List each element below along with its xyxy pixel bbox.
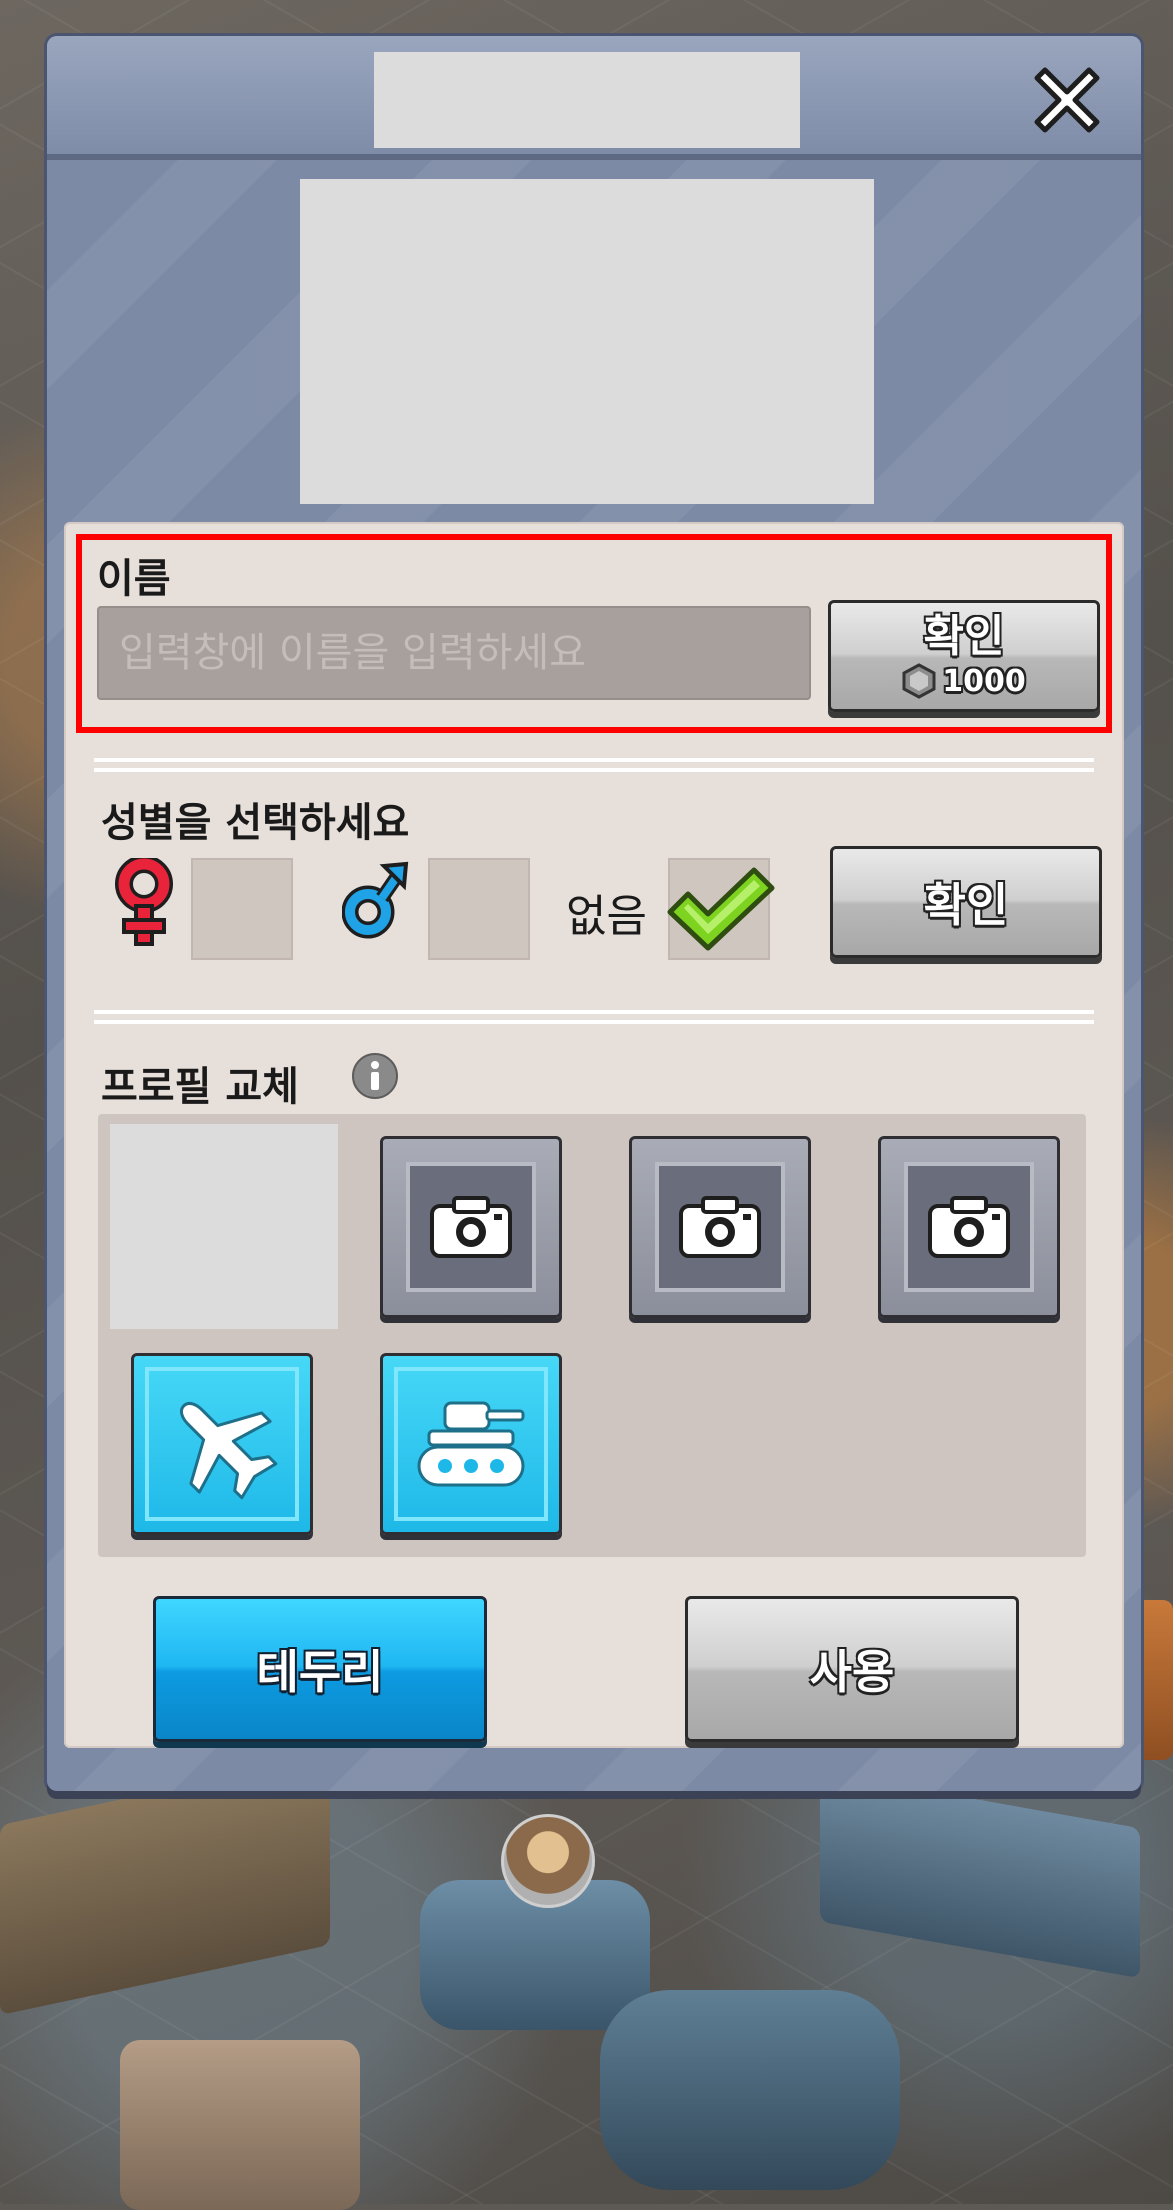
female-checkbox[interactable]: [191, 858, 293, 960]
close-button[interactable]: [1027, 60, 1107, 140]
game-hospital-tent: [120, 2040, 360, 2210]
commander-portrait-redacted: [300, 179, 874, 504]
current-avatar-redacted: [110, 1124, 338, 1329]
avatar-slot-upload[interactable]: [878, 1136, 1060, 1318]
cost-row: 1000: [902, 663, 1026, 699]
male-icon: [342, 861, 409, 939]
gender-confirm-label: 확인: [923, 878, 1009, 932]
commander-avatar[interactable]: [501, 1814, 595, 1908]
profile-modal: 이름 확인 1000 성별을 선택하세요: [47, 36, 1141, 1791]
name-input[interactable]: [97, 606, 811, 700]
gem-icon: [902, 663, 936, 699]
name-confirm-button[interactable]: 확인 1000: [828, 600, 1100, 712]
game-cannon: [600, 1990, 900, 2190]
section-divider: [94, 758, 1094, 772]
section-divider: [94, 1010, 1094, 1024]
avatar-grid: [98, 1114, 1086, 1557]
name-confirm-label: 확인: [923, 611, 1005, 662]
use-button-label: 사용: [809, 1645, 895, 1699]
check-icon: [667, 867, 775, 951]
name-change-cost: 1000: [942, 663, 1026, 699]
avatar-slot-upload[interactable]: [380, 1136, 562, 1318]
modal-header: [47, 36, 1141, 160]
settings-panel: 이름 확인 1000 성별을 선택하세요: [64, 522, 1124, 1748]
close-icon: [1034, 67, 1100, 133]
none-checkbox[interactable]: [667, 858, 775, 960]
frame-button-label: 테두리: [256, 1645, 384, 1699]
camera-icon: [430, 1196, 512, 1258]
female-icon: [115, 858, 173, 946]
airplane-icon: [179, 1401, 278, 1500]
frame-button[interactable]: 테두리: [153, 1596, 487, 1742]
use-button[interactable]: 사용: [685, 1596, 1019, 1742]
none-label: 없음: [566, 891, 647, 942]
gender-label: 성별을 선택하세요: [101, 800, 410, 846]
avatar-slot-tank[interactable]: [380, 1353, 562, 1535]
tank-icon: [417, 1401, 525, 1487]
male-checkbox[interactable]: [428, 858, 530, 960]
gender-confirm-button[interactable]: 확인: [830, 846, 1102, 958]
modal-title-redacted: [374, 52, 800, 148]
camera-icon: [679, 1196, 761, 1258]
avatar-slot-airplane[interactable]: [131, 1353, 313, 1535]
profile-label: 프로필 교체: [101, 1064, 299, 1110]
camera-icon: [928, 1196, 1010, 1258]
name-label: 이름: [97, 556, 171, 602]
info-icon[interactable]: [351, 1052, 399, 1100]
avatar-slot-upload[interactable]: [629, 1136, 811, 1318]
